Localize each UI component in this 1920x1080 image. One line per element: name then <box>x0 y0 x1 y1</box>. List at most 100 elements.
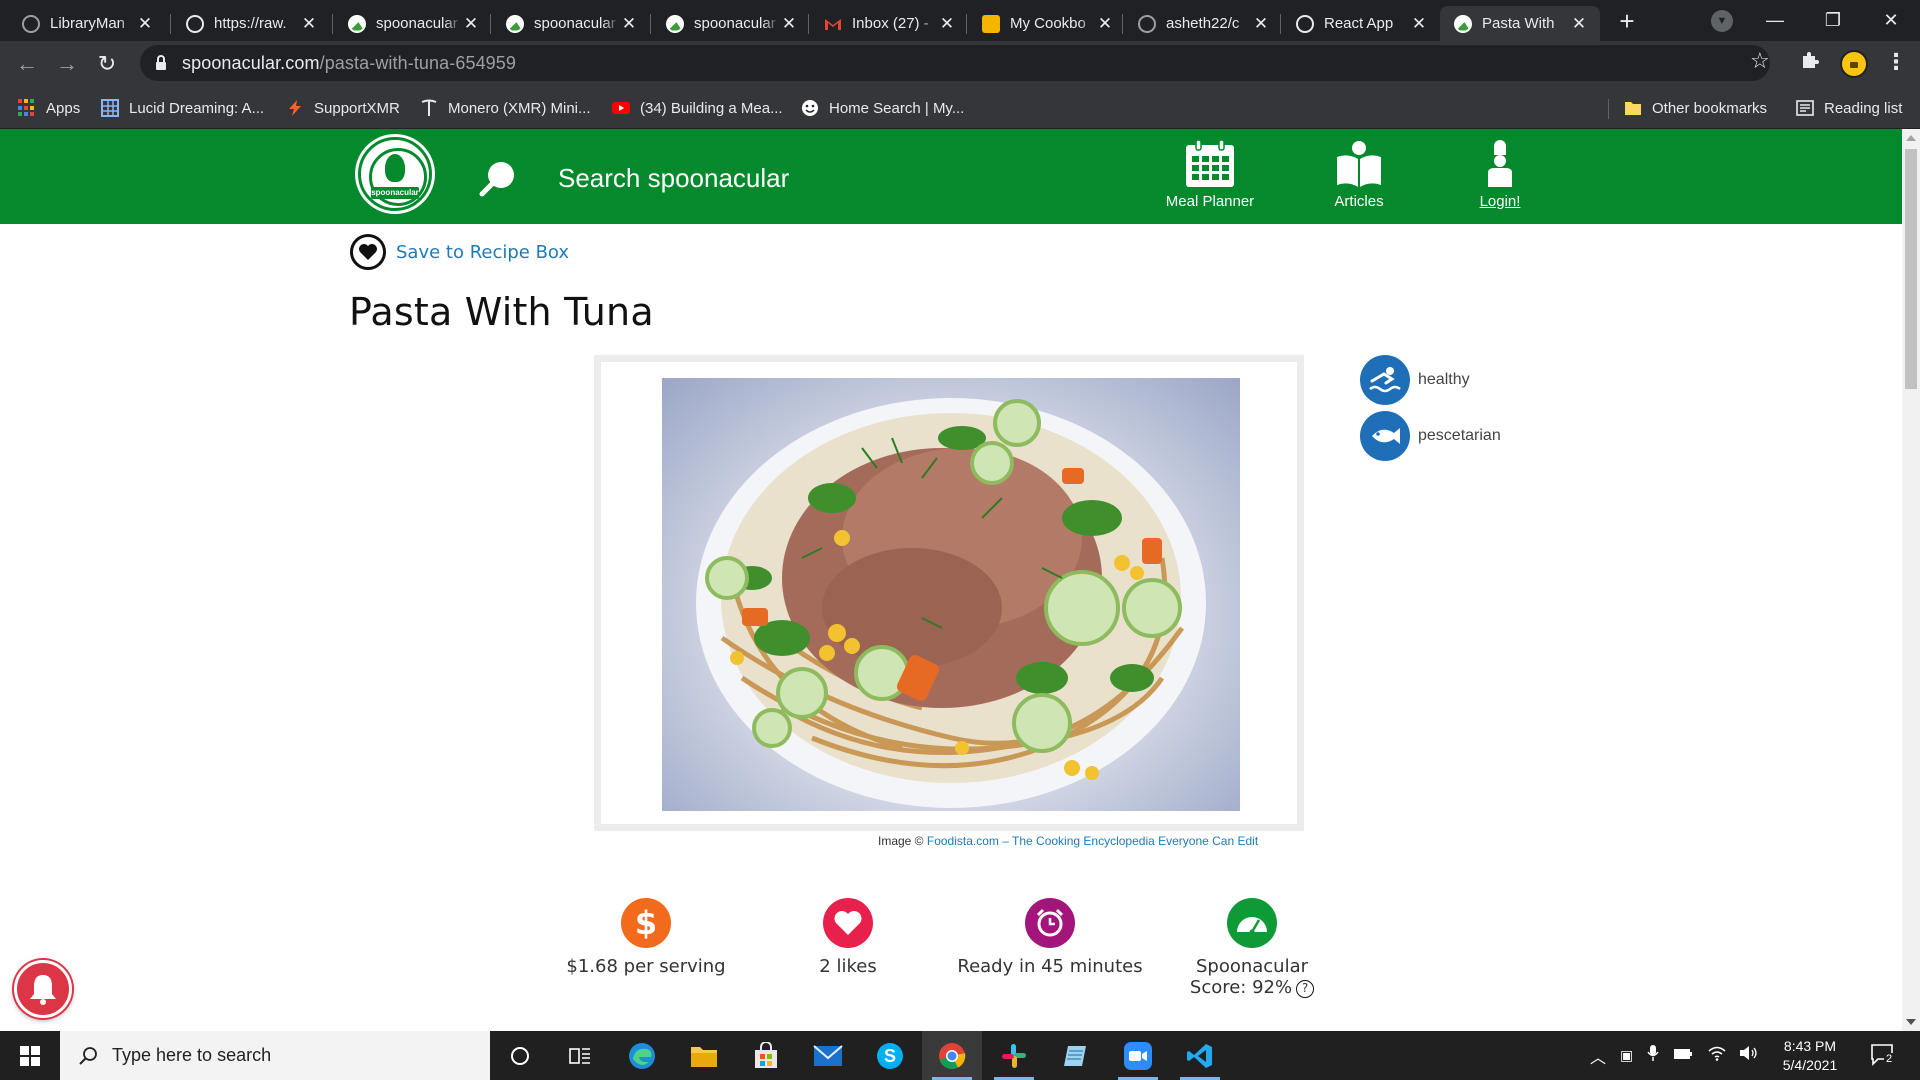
recipe-title: Pasta With Tuna <box>349 290 654 334</box>
taskbar-clock[interactable]: 8:43 PM 5/4/2021 <box>1760 1037 1860 1075</box>
close-tab-icon[interactable]: ✕ <box>300 14 318 34</box>
heart-icon[interactable] <box>350 234 386 270</box>
minimize-button[interactable]: — <box>1752 0 1798 41</box>
close-tab-icon[interactable]: ✕ <box>462 14 480 34</box>
back-button[interactable]: ← <box>12 49 42 79</box>
browser-tab[interactable]: asheth22/c ✕ <box>1124 6 1282 41</box>
close-tab-icon[interactable]: ✕ <box>1096 14 1114 34</box>
tab-title: My Cookbo <box>1010 15 1086 32</box>
tab-separator <box>490 14 491 34</box>
close-tab-icon[interactable]: ✕ <box>620 14 638 34</box>
notepad-icon[interactable] <box>1046 1031 1106 1080</box>
score-value: Score: 92% <box>1189 977 1293 998</box>
bookmark-label: (34) Building a Mea... <box>640 99 783 117</box>
bookmark-home-search[interactable]: Home Search | My... <box>801 96 964 120</box>
browser-tab[interactable]: LibraryMan ✕ <box>8 6 166 41</box>
bookmark-lucid-dreaming[interactable]: Lucid Dreaming: A... <box>101 96 264 120</box>
browser-tab[interactable]: spoonacular ✕ <box>492 6 650 41</box>
tab-title: LibraryMan <box>50 15 126 32</box>
cortana-icon[interactable] <box>490 1031 550 1080</box>
help-question-icon[interactable]: ? <box>1296 980 1315 998</box>
microsoft-store-icon[interactable] <box>736 1031 796 1080</box>
scrollbar-thumb[interactable] <box>1905 149 1917 389</box>
browser-tab[interactable]: React App ✕ <box>1282 6 1440 41</box>
spoonacular-logo[interactable]: spoonacular <box>358 137 432 211</box>
browser-menu-icon[interactable]: ⋮ <box>1885 49 1907 75</box>
stat-spoonacular-score: Spoonacular Score: 92%? <box>1152 898 1352 998</box>
slack-icon[interactable] <box>984 1031 1044 1080</box>
skype-icon[interactable]: S <box>860 1031 920 1080</box>
bookmark-monero[interactable]: Monero (XMR) Mini... <box>420 96 591 120</box>
close-tab-icon[interactable]: ✕ <box>1252 14 1270 34</box>
recipe-photo <box>662 378 1240 811</box>
save-to-recipe-box[interactable]: Save to Recipe Box <box>350 234 569 270</box>
bookmark-youtube[interactable]: (34) Building a Mea... <box>612 96 783 120</box>
nav-meal-planner[interactable]: Meal Planner <box>1160 139 1260 210</box>
lock-icon[interactable] <box>156 54 166 70</box>
close-tab-icon[interactable]: ✕ <box>1410 14 1428 34</box>
page-scrollbar[interactable] <box>1902 129 1920 1031</box>
task-view-icon[interactable] <box>550 1031 610 1080</box>
microphone-icon[interactable] <box>1647 1044 1659 1067</box>
file-explorer-icon[interactable] <box>674 1031 734 1080</box>
new-tab-button[interactable]: + <box>1612 7 1642 37</box>
search-icon[interactable] <box>478 159 518 199</box>
battery-icon[interactable] <box>1673 1047 1693 1065</box>
wifi-icon[interactable] <box>1707 1045 1727 1066</box>
bookmark-apps[interactable]: Apps <box>18 96 80 120</box>
zoom-icon[interactable] <box>1108 1031 1168 1080</box>
close-window-button[interactable]: ✕ <box>1868 0 1914 41</box>
meet-now-icon[interactable]: ▣ <box>1620 1047 1633 1064</box>
notification-bell-button[interactable] <box>14 960 72 1018</box>
tab-search-button[interactable]: ▼ <box>1711 10 1733 32</box>
browser-tab[interactable]: https://raw. ✕ <box>172 6 330 41</box>
url-domain: spoonacular.com <box>182 52 320 73</box>
bookmark-star-icon[interactable]: ☆ <box>1750 48 1770 74</box>
chrome-icon[interactable] <box>922 1031 982 1080</box>
tab-separator <box>808 14 809 34</box>
scroll-down-arrow[interactable] <box>1906 1019 1916 1025</box>
browser-tab[interactable]: spoonacular ✕ <box>652 6 810 41</box>
save-to-recipe-box-link[interactable]: Save to Recipe Box <box>396 242 569 263</box>
forward-button[interactable]: → <box>52 49 82 79</box>
url-text[interactable]: spoonacular.com/pasta-with-tuna-654959 <box>182 53 516 74</box>
scroll-up-arrow[interactable] <box>1906 135 1916 141</box>
tab-title: asheth22/c <box>1166 15 1240 32</box>
nav-articles[interactable]: Articles <box>1309 139 1409 210</box>
mail-icon[interactable] <box>798 1031 858 1080</box>
browser-tab[interactable]: spoonacular ✕ <box>334 6 492 41</box>
bookmark-supportxmr[interactable]: SupportXMR <box>286 96 400 120</box>
spoonacular-icon <box>348 14 366 33</box>
image-credit-link[interactable]: Foodista.com – The Cooking Encyclopedia … <box>927 834 1258 848</box>
lightning-icon <box>286 99 304 117</box>
profile-avatar[interactable] <box>1840 50 1868 78</box>
reload-button[interactable]: ↻ <box>92 49 122 79</box>
browser-tab[interactable]: My Cookbo ✕ <box>968 6 1126 41</box>
nav-login[interactable]: Login! <box>1450 139 1550 210</box>
volume-icon[interactable] <box>1739 1045 1759 1066</box>
browser-tab-strip: LibraryMan ✕ https://raw. ✕ spoonacular … <box>0 0 1920 41</box>
show-hidden-icons-chevron-icon[interactable]: ︿ <box>1590 1044 1606 1068</box>
close-tab-icon[interactable]: ✕ <box>1570 14 1588 34</box>
site-header: spoonacular Search spoonacular Meal Plan… <box>0 129 1902 224</box>
start-button[interactable] <box>0 1031 60 1080</box>
address-bar[interactable]: spoonacular.com/pasta-with-tuna-654959 <box>140 45 1770 81</box>
close-tab-icon[interactable]: ✕ <box>780 14 798 34</box>
restore-button[interactable]: ❐ <box>1810 0 1856 41</box>
extensions-puzzle-icon[interactable] <box>1800 50 1820 76</box>
close-tab-icon[interactable]: ✕ <box>136 14 154 34</box>
other-bookmarks[interactable]: Other bookmarks <box>1624 96 1767 120</box>
close-tab-icon[interactable]: ✕ <box>938 14 956 34</box>
diet-label: healthy <box>1418 371 1470 388</box>
reading-list[interactable]: Reading list <box>1796 96 1902 120</box>
apps-grid-icon <box>18 99 36 117</box>
search-icon <box>79 1046 97 1065</box>
action-center-button[interactable]: 2 <box>1870 1043 1896 1072</box>
browser-tab[interactable]: Inbox (27) - ✕ <box>810 6 968 41</box>
vscode-icon[interactable] <box>1170 1031 1230 1080</box>
taskbar-search-box[interactable]: Type here to search <box>60 1031 490 1080</box>
edge-browser-icon[interactable] <box>612 1031 672 1080</box>
browser-tab-active[interactable]: Pasta With ✕ <box>1440 6 1600 41</box>
calendar-grid-icon <box>101 99 119 117</box>
site-search-input[interactable]: Search spoonacular <box>558 163 789 194</box>
